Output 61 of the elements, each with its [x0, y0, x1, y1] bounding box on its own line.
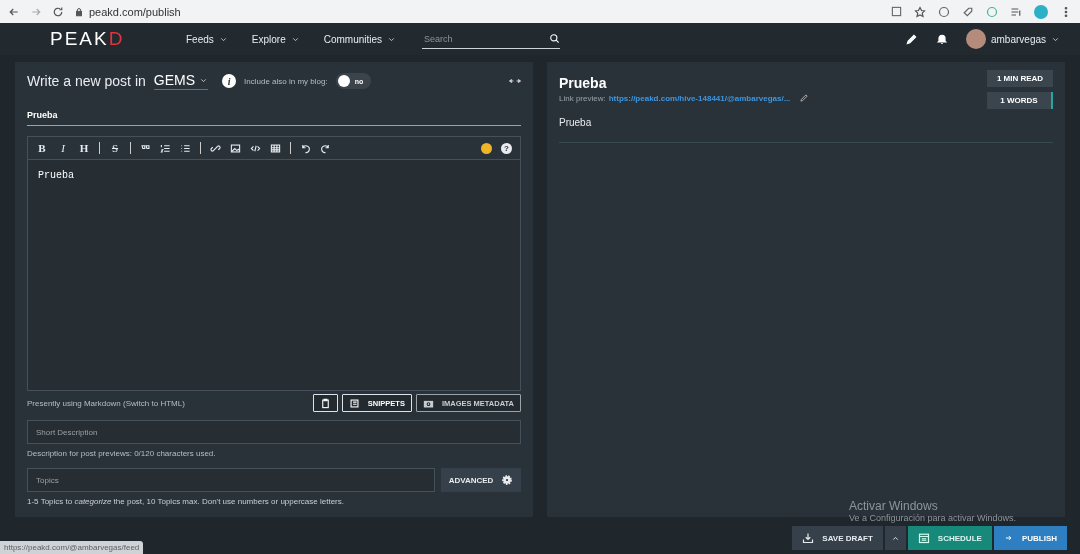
activation-title: Activar Windows [849, 499, 939, 513]
star-icon [914, 5, 926, 18]
status-url: https://peakd.com/@ambarvegas/feed [0, 541, 144, 554]
format-button[interactable]: S [109, 142, 121, 154]
short-description-field[interactable]: Short Description [27, 420, 521, 444]
stat-badge: 1 MIN READ [987, 70, 1053, 87]
calendar-icon [917, 532, 930, 544]
topics-field[interactable]: Topics [27, 468, 435, 492]
image-icon [230, 142, 241, 154]
undo-icon [300, 142, 311, 154]
clipboard-button[interactable] [312, 394, 338, 412]
snippet-icon [348, 397, 360, 409]
advanced-button[interactable]: ADVANCED [441, 468, 521, 492]
stat-badge: 1 WORDS [987, 92, 1053, 109]
nav-menu-item[interactable]: Feeds [186, 33, 228, 45]
save-draft-button[interactable]: SAVE DRAFT [792, 526, 883, 550]
community-dropdown[interactable]: GEMS [153, 72, 209, 90]
bullet-list-icon [180, 142, 191, 154]
emoji-icon[interactable] [481, 142, 492, 154]
arrow-right-icon [1003, 533, 1014, 543]
publish-button[interactable]: PUBLISH [993, 526, 1067, 550]
format-button[interactable]: B [36, 142, 48, 154]
schedule-button[interactable]: SCHEDULE [907, 526, 992, 550]
logo[interactable]: PEAK D [50, 28, 186, 50]
preview-body: Prueba [559, 117, 1053, 143]
link-preview-label: Link preview: [559, 93, 606, 103]
title-field[interactable]: Prueba [27, 106, 521, 126]
playlist-icon [1010, 5, 1022, 18]
link-icon [210, 142, 221, 154]
tray-icon [802, 532, 815, 544]
description-help-text: Description for post previews: 0/120 characters used. [27, 449, 217, 458]
user-avatar[interactable] [965, 29, 986, 49]
reload-icon [52, 5, 64, 18]
format-button[interactable]: H [78, 142, 90, 154]
numbered-list-icon [160, 142, 171, 154]
markdown-mode-text[interactable]: Presently using Markdown (Switch to HTML) [27, 398, 309, 408]
link-preview-url[interactable]: https://peakd.com/hive-148441/@ambarvegas/... [608, 93, 791, 103]
nav-menu-item[interactable]: Explore [251, 33, 300, 45]
format-button[interactable]: I [57, 142, 69, 154]
pencil-icon [904, 32, 918, 46]
username[interactable]: ambarvegas [990, 33, 1046, 45]
tag-icon [962, 5, 974, 18]
editor-body[interactable]: Prueba [28, 160, 520, 390]
help-icon[interactable]: ? [501, 142, 512, 154]
redo-icon [320, 142, 331, 154]
table-icon [270, 142, 281, 154]
include-label: Include also in my blog: [244, 76, 328, 86]
activation-text: Ve a Configuración para activar Windows. [849, 513, 1017, 523]
nav-menu-item[interactable]: Communities [323, 33, 397, 45]
editor-heading: Write a new post in [27, 73, 146, 89]
topics-help-text: 1-5 Topics to categorize the post, 10 Topics max. Don't use numbers or uppercase letters. [27, 497, 345, 506]
search-field[interactable]: Search [422, 32, 550, 45]
gear-icon [501, 474, 514, 486]
info-icon[interactable]: i [222, 74, 237, 88]
clipboard-icon [319, 397, 331, 409]
preview-title: Prueba [559, 75, 608, 91]
bell-icon [935, 33, 948, 45]
lock-icon [74, 6, 84, 17]
search-icon [549, 33, 561, 44]
address-bar[interactable]: peakd.com/publish [89, 5, 181, 18]
pencil-icon [799, 93, 810, 103]
